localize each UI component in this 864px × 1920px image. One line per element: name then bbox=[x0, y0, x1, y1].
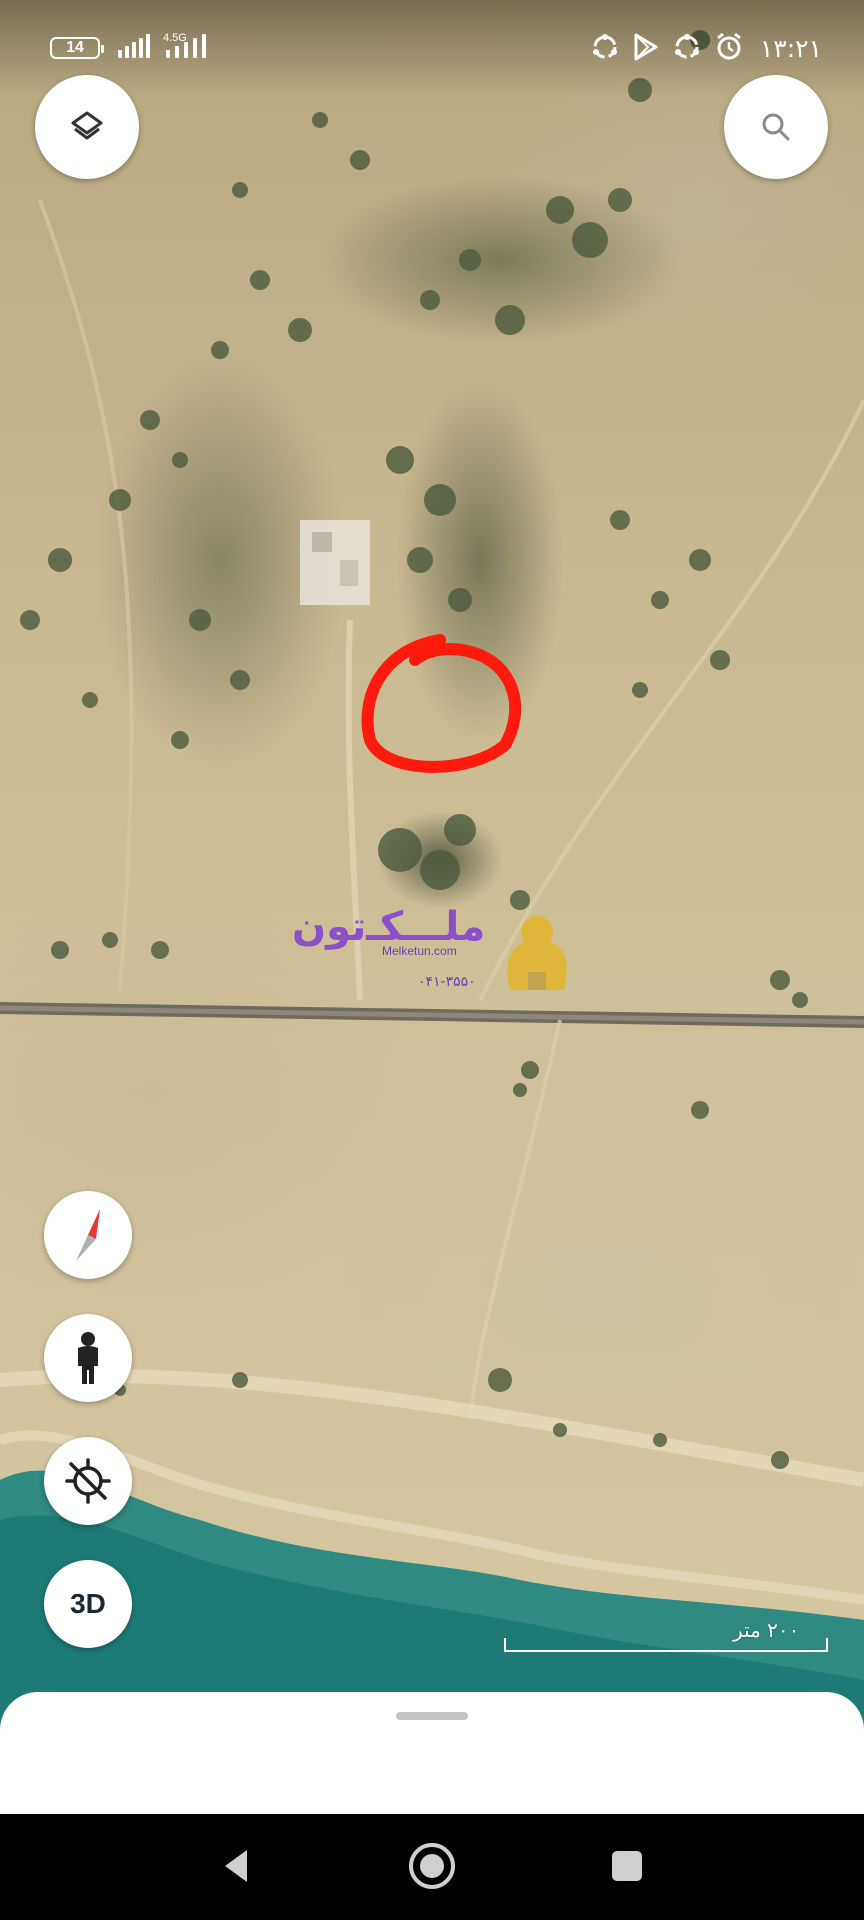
highlight-circle bbox=[361, 634, 522, 773]
my-location-button[interactable] bbox=[44, 1437, 132, 1525]
status-icons bbox=[590, 32, 744, 62]
home-icon bbox=[409, 1843, 455, 1889]
search-button[interactable] bbox=[724, 75, 828, 179]
compass-button[interactable] bbox=[44, 1191, 132, 1279]
layers-icon bbox=[71, 111, 103, 140]
watermark-logo-shape bbox=[507, 916, 567, 990]
layers-button[interactable] bbox=[35, 75, 139, 179]
recents-icon bbox=[612, 1851, 642, 1881]
pegman-icon bbox=[78, 1332, 98, 1384]
bottom-sheet[interactable] bbox=[0, 1692, 864, 1814]
compass-icon bbox=[76, 1209, 100, 1261]
3d-button[interactable]: 3D bbox=[44, 1560, 132, 1648]
play-store-icon bbox=[634, 33, 658, 61]
watermark-phone: ۰۴۱-۳۵۵۰ bbox=[418, 974, 476, 990]
location-off-icon bbox=[65, 1458, 111, 1504]
scale-bar bbox=[504, 1638, 828, 1652]
home-button[interactable] bbox=[400, 1834, 464, 1898]
signal-strength-icon bbox=[118, 34, 154, 58]
status-bar: 14 4.5G ۱۳:۲۱ bbox=[0, 0, 864, 96]
watermark-url: Melketun.com bbox=[382, 944, 457, 958]
battery-indicator: 14 bbox=[50, 37, 104, 59]
back-icon bbox=[225, 1850, 247, 1882]
street-view-button[interactable] bbox=[44, 1314, 132, 1402]
recents-button[interactable] bbox=[595, 1834, 659, 1898]
back-button[interactable] bbox=[205, 1834, 269, 1898]
navigation-bar bbox=[0, 1814, 864, 1920]
search-icon bbox=[762, 113, 790, 141]
clock: ۱۳:۲۱ bbox=[759, 34, 822, 63]
sync-icon bbox=[593, 34, 617, 59]
sync-icon-2 bbox=[675, 34, 699, 59]
alarm-icon bbox=[717, 32, 741, 60]
drag-handle[interactable] bbox=[396, 1712, 468, 1720]
signal-strength-icon-2 bbox=[166, 34, 210, 58]
